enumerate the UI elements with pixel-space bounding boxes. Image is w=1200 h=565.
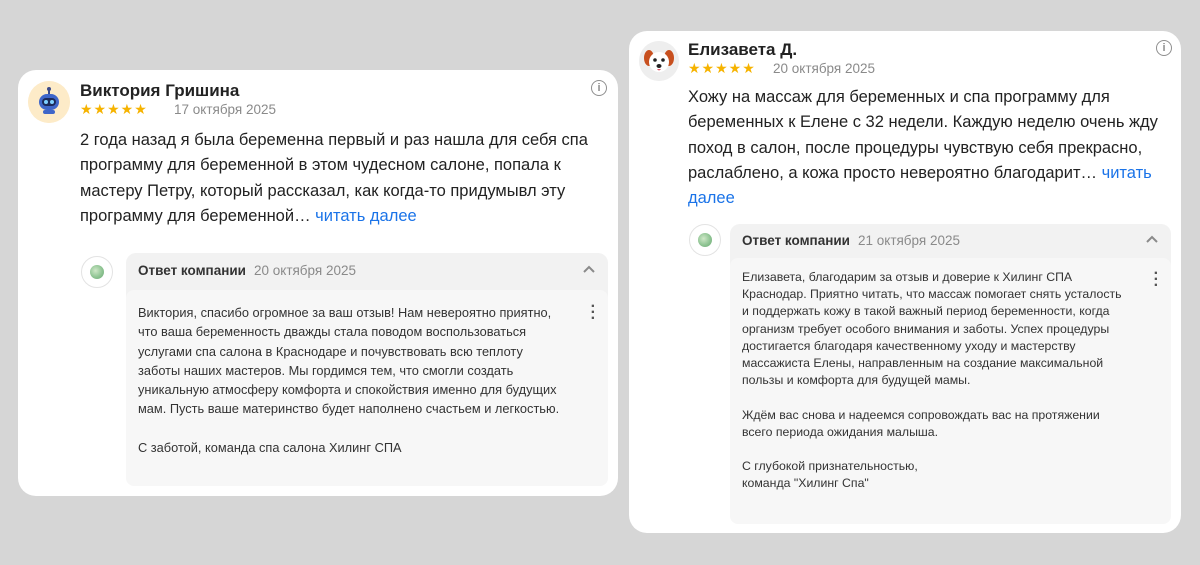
review-card: Виктория Гришина ★★★★★ 17 октября 2025 i… — [18, 70, 618, 496]
more-options-icon[interactable]: · · · — [1154, 266, 1159, 294]
review-card: Елизавета Д. ★★★★★ 20 октября 2025 i Хож… — [629, 31, 1181, 533]
avatar[interactable] — [28, 81, 70, 123]
reply-header[interactable]: Ответ компании 21 октября 2025 — [742, 233, 960, 248]
review-date: 20 октября 2025 — [773, 61, 876, 76]
author-name[interactable]: Виктория Гришина — [80, 81, 239, 101]
company-logo — [81, 256, 113, 288]
info-icon[interactable]: i — [591, 80, 607, 96]
company-logo-icon — [698, 233, 712, 247]
info-icon[interactable]: i — [1156, 40, 1172, 56]
review-date: 17 октября 2025 — [174, 102, 277, 117]
avatar[interactable] — [639, 41, 679, 81]
robot-avatar-icon — [28, 81, 70, 123]
reply-label: Ответ компании — [138, 263, 246, 278]
chevron-up-icon[interactable] — [1145, 233, 1159, 247]
company-logo — [689, 224, 721, 256]
review-text-block: 2 года назад я была беременна первый и р… — [80, 128, 600, 229]
review-text: Хожу на массаж для беременных и спа прог… — [688, 88, 1158, 182]
reply-body: Виктория, спасибо огромное за ваш отзыв!… — [126, 290, 608, 486]
reply-text: Виктория, спасибо огромное за ваш отзыв!… — [138, 305, 560, 456]
author-name[interactable]: Елизавета Д. — [688, 40, 797, 60]
reply-date: 20 октября 2025 — [253, 263, 356, 278]
read-more-link[interactable]: читать далее — [315, 207, 417, 225]
company-reply: Ответ компании 21 октября 2025 Елизавета,… — [730, 224, 1171, 524]
more-options-icon[interactable]: · · · — [591, 299, 596, 327]
rating-stars: ★★★★★ — [80, 101, 148, 117]
review-text-block: Хожу на массаж для беременных и спа прог… — [688, 85, 1158, 211]
reply-date: 21 октября 2025 — [857, 233, 960, 248]
rating-stars: ★★★★★ — [688, 60, 756, 76]
dog-avatar-icon — [639, 41, 679, 81]
chevron-up-icon[interactable] — [582, 263, 596, 277]
company-reply: Ответ компании 20 октября 2025 Виктория, … — [126, 253, 608, 486]
reply-header[interactable]: Ответ компании 20 октября 2025 — [138, 263, 356, 278]
reply-text: Елизавета, благодарим за отзыв и доверие… — [742, 270, 1122, 491]
company-logo-icon — [90, 265, 104, 279]
reply-label: Ответ компании — [742, 233, 850, 248]
reply-body: Елизавета, благодарим за отзыв и доверие… — [730, 258, 1171, 524]
